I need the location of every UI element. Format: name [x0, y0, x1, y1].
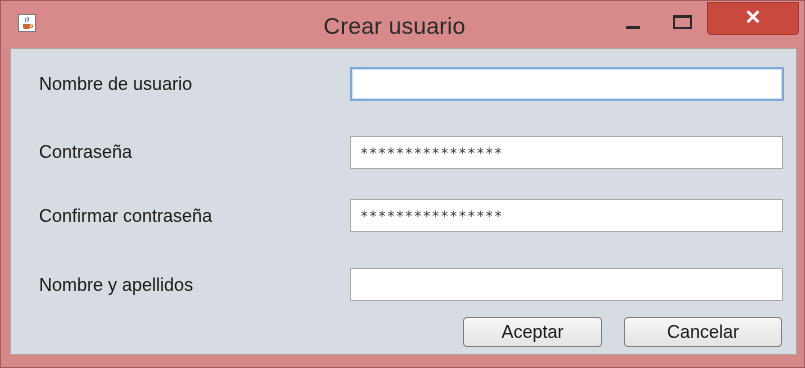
minimize-icon[interactable] [616, 11, 650, 37]
cancel-button[interactable]: Cancelar [624, 317, 782, 347]
fullname-label: Nombre y apellidos [39, 275, 194, 295]
close-button[interactable]: ✕ [707, 2, 799, 35]
confirm-password-label: Confirmar contraseña [39, 206, 213, 226]
create-user-window: Crear usuario ✕ Nombre de usuario Contra… [0, 0, 805, 368]
window-title-text: Crear usuario [323, 13, 466, 39]
close-icon: ✕ [744, 7, 762, 29]
username-label: Nombre de usuario [39, 74, 193, 94]
fullname-field[interactable] [350, 268, 783, 301]
title-bar[interactable]: Crear usuario ✕ [1, 1, 804, 47]
maximize-icon[interactable] [664, 9, 698, 35]
form-panel: Nombre de usuario Contraseña ***********… [10, 48, 797, 355]
accept-button[interactable]: Aceptar [463, 317, 602, 347]
password-label: Contraseña [39, 142, 133, 162]
confirm-password-field[interactable]: **************** [350, 199, 783, 232]
username-field[interactable] [350, 67, 784, 101]
password-field[interactable]: **************** [350, 136, 783, 169]
